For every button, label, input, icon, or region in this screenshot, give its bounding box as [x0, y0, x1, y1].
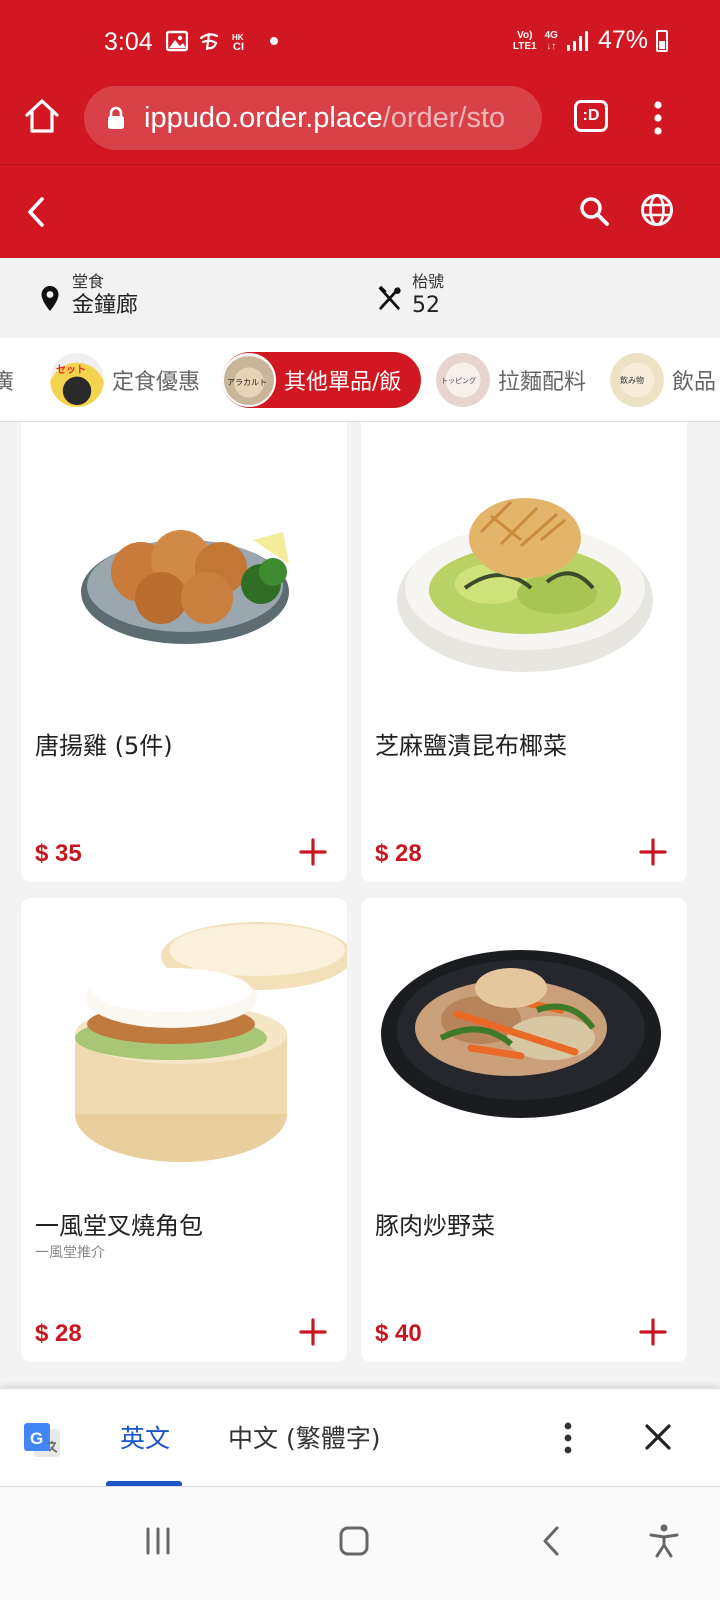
volte-bottom: LTE1	[512, 40, 537, 52]
category-tab-promotion[interactable]: 推廣	[0, 352, 14, 408]
menu-item-card[interactable]: 芝麻鹽漬昆布椰菜 $ 28	[361, 422, 687, 882]
category-tab-toppings[interactable]: トッピング 拉麵配料	[436, 352, 586, 408]
status-right: Vo) LTE1 4G ↓↑ 47%	[513, 26, 668, 55]
item-price: $ 28	[375, 840, 422, 867]
app-header	[0, 164, 720, 258]
item-name: 一風堂叉燒角包	[35, 1212, 203, 1240]
location-pin-icon	[41, 286, 59, 311]
add-icon[interactable]	[639, 1318, 667, 1346]
menu-item-card[interactable]: 唐揚雞 (5件) $ 35	[21, 422, 347, 882]
category-thumb-drinks: 飲み物	[610, 353, 664, 407]
table-info: 枱號 52	[378, 272, 444, 320]
dine-in-info: 堂食 金鐘廊	[38, 272, 138, 320]
volte-indicator: Vo) LTE1	[513, 30, 537, 52]
pork-stir-fry-image	[381, 950, 661, 1118]
item-name: 芝麻鹽漬昆布椰菜	[375, 732, 567, 760]
svg-text:G: G	[30, 1429, 43, 1448]
accessibility-icon[interactable]	[646, 1523, 682, 1559]
translate-bar: G 英文 中文 (繁體字)	[0, 1388, 720, 1487]
category-tab-label: 定食優惠	[112, 370, 201, 395]
app-notification-icon	[199, 32, 219, 51]
item-price: $ 40	[375, 1320, 422, 1347]
sim-notification-icon: HKCI	[232, 33, 244, 52]
language-globe-icon[interactable]	[640, 193, 674, 227]
status-bar: 3:04 HK CI Vo) LTE1 4G ↓↑ 47%	[0, 0, 720, 86]
utensils-icon	[378, 285, 401, 310]
browser-menu-icon[interactable]	[648, 98, 668, 138]
data-indicator: 4G ↓↑	[545, 30, 558, 52]
google-translate-icon[interactable]: G	[22, 1421, 62, 1459]
category-thumb-toppings: トッピング	[436, 353, 490, 407]
back-nav-icon[interactable]	[534, 1523, 570, 1559]
item-price: $ 28	[35, 1320, 82, 1347]
signal-icon	[566, 30, 588, 51]
more-notifications-dot	[270, 37, 278, 45]
add-icon[interactable]	[299, 838, 327, 866]
lock-icon	[108, 106, 124, 129]
thumb-text: 飲み物	[620, 375, 644, 385]
fried-chicken-image	[81, 530, 289, 644]
add-icon[interactable]	[639, 838, 667, 866]
category-tab-label: 推廣	[0, 364, 14, 396]
battery-icon	[656, 29, 668, 52]
status-time: 3:04	[104, 28, 153, 56]
category-tabs: 推廣 セット 定食優惠 アラカルト 其他單品/飯 トッピング 拉麵配料 飲み物 …	[0, 338, 720, 422]
category-thumb-others: アラカルト	[222, 353, 276, 407]
svg-text:CI: CI	[233, 41, 244, 52]
url-host: ippudo.order.place	[144, 101, 383, 134]
cabbage-salad-image	[397, 498, 653, 672]
store-name: 金鐘廊	[72, 293, 139, 318]
table-number-label: 枱號	[412, 272, 445, 291]
home-icon[interactable]	[22, 96, 62, 136]
table-number-value: 52	[412, 293, 440, 318]
tab-switcher-button[interactable]: :D	[574, 100, 608, 132]
menu-grid: 唐揚雞 (5件) $ 35 芝麻鹽漬昆布椰菜 $ 28 一風堂叉燒角包 一風堂推…	[0, 422, 720, 1388]
data-arrows: ↓↑	[546, 40, 557, 52]
category-tab-drinks[interactable]: 飲み物 飲品	[610, 352, 716, 408]
battery-percent: 47%	[597, 26, 648, 54]
notification-icons: HK CI	[166, 30, 278, 52]
thumb-text: アラカルト	[227, 378, 267, 387]
url-path: /order/sto	[382, 101, 506, 134]
url-text: ippudo.order.place/order/sto	[144, 102, 505, 135]
system-nav-bar	[0, 1486, 720, 1600]
category-tab-others[interactable]: アラカルト 其他單品/飯	[222, 352, 422, 408]
item-recommend-tag: 一風堂推介	[35, 1245, 105, 1261]
recent-apps-icon[interactable]	[140, 1523, 176, 1559]
address-bar[interactable]: ippudo.order.place/order/sto	[84, 86, 542, 150]
dine-in-label: 堂食	[72, 272, 105, 291]
category-tab-label: 飲品	[672, 370, 717, 395]
browser-toolbar: ippudo.order.place/order/sto :D	[0, 86, 720, 164]
home-nav-icon[interactable]	[336, 1523, 372, 1559]
data-type: 4G	[544, 29, 558, 41]
thumb-text: トッピング	[441, 376, 476, 385]
category-tab-set-meal[interactable]: セット 定食優惠	[50, 352, 200, 408]
menu-item-card[interactable]: 一風堂叉燒角包 一風堂推介 $ 28	[21, 898, 347, 1362]
add-icon[interactable]	[299, 1318, 327, 1346]
menu-item-card[interactable]: 豚肉炒野菜 $ 40	[361, 898, 687, 1362]
tab-source-language[interactable]: 英文	[120, 1419, 170, 1455]
pork-bun-image	[75, 922, 347, 1162]
gallery-icon	[166, 30, 188, 52]
item-name: 豚肉炒野菜	[375, 1212, 495, 1240]
item-name: 唐揚雞 (5件)	[35, 732, 173, 760]
more-options-icon[interactable]	[560, 1421, 576, 1455]
volte-top: Vo)	[517, 29, 533, 41]
category-thumb-set-meal: セット	[50, 353, 104, 407]
item-price: $ 35	[35, 840, 82, 867]
tab-target-language[interactable]: 中文 (繁體字)	[228, 1419, 380, 1455]
category-tab-label: 拉麵配料	[498, 370, 587, 395]
close-icon[interactable]	[644, 1423, 672, 1451]
order-info-row: 堂食 金鐘廊 枱號 52	[0, 258, 720, 338]
back-icon[interactable]	[22, 195, 52, 229]
category-tab-label: 其他單品/飯	[284, 370, 402, 395]
search-icon[interactable]	[578, 195, 610, 227]
thumb-text: セット	[56, 364, 86, 376]
